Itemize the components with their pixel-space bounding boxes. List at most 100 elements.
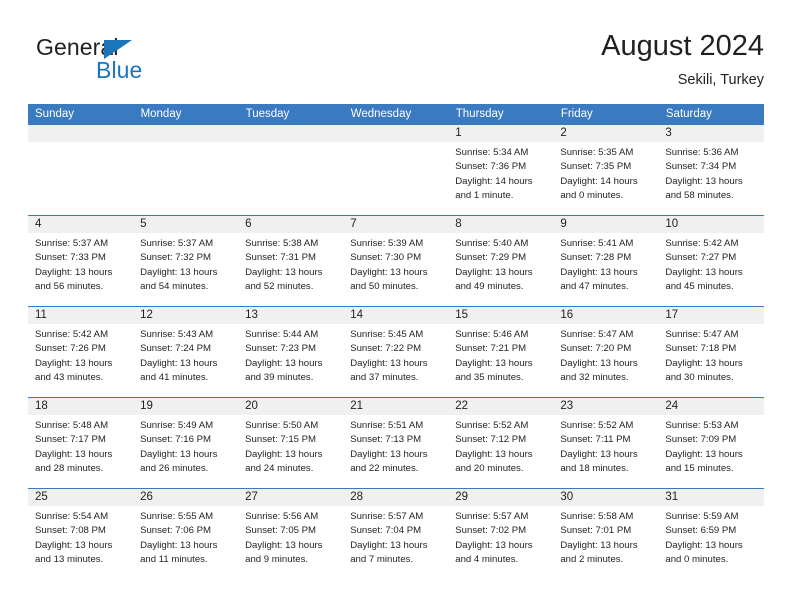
calendar-day-cell[interactable]: 21 Sunrise: 5:51 AM Sunset: 7:13 PM Dayligh…: [343, 397, 449, 489]
day-details: Sunrise: 5:38 AM Sunset: 7:31 PM Daylight:…: [238, 233, 343, 295]
sunrise-text: Sunrise: 5:59 AM: [665, 511, 739, 522]
daylight-text: Daylight: 13 hours: [35, 539, 113, 551]
day-number: [133, 125, 239, 142]
day-number: 30: [553, 489, 659, 506]
sunset-text: Sunset: 7:02 PM: [455, 525, 527, 537]
day-number: 15: [448, 307, 554, 324]
calendar-day-cell[interactable]: 14 Sunrise: 5:45 AM Sunset: 7:22 PM Dayligh…: [343, 306, 449, 398]
daylight-text: Daylight: 14 hours: [560, 175, 638, 187]
sunset-text: Sunset: 7:33 PM: [35, 252, 106, 264]
calendar-day-cell[interactable]: 22 Sunrise: 5:52 AM Sunset: 7:12 PM Dayligh…: [448, 397, 554, 489]
daylight-text-cont: and 45 minutes.: [665, 281, 734, 293]
day-number: 19: [133, 398, 239, 415]
calendar-day-cell[interactable]: 24 Sunrise: 5:53 AM Sunset: 7:09 PM Dayligh…: [658, 397, 764, 489]
calendar-week-row: 11 Sunrise: 5:42 AM Sunset: 7:26 PM Dayligh…: [28, 306, 764, 398]
calendar-day-cell[interactable]: 4 Sunrise: 5:37 AM Sunset: 7:33 PM Daylight…: [28, 215, 134, 307]
daylight-text: Daylight: 13 hours: [455, 266, 533, 278]
sunset-text: Sunset: 7:27 PM: [665, 252, 737, 264]
daylight-text: Daylight: 13 hours: [350, 266, 428, 278]
calendar-week-row: 4 Sunrise: 5:37 AM Sunset: 7:33 PM Daylight…: [28, 215, 764, 307]
day-details: Sunrise: 5:35 AM Sunset: 7:35 PM Daylight:…: [553, 142, 658, 204]
calendar-day-cell[interactable]: 31 Sunrise: 5:59 AM Sunset: 6:59 PM Dayligh…: [658, 488, 764, 579]
daylight-text: Daylight: 13 hours: [350, 539, 428, 551]
day-number: 14: [343, 307, 449, 324]
calendar-week-row: 1 Sunrise: 5:34 AM Sunset: 7:36 PM Daylight…: [28, 124, 764, 216]
sunrise-text: Sunrise: 5:54 AM: [35, 511, 109, 522]
day-details: Sunrise: 5:55 AM Sunset: 7:06 PM Daylight:…: [133, 506, 238, 568]
day-number: [28, 125, 134, 142]
sunrise-text: Sunrise: 5:47 AM: [665, 329, 739, 340]
daylight-text: Daylight: 13 hours: [350, 448, 428, 460]
sunrise-text: Sunrise: 5:53 AM: [665, 420, 739, 431]
day-number: 26: [133, 489, 239, 506]
day-number: 8: [448, 216, 554, 233]
calendar-day-cell[interactable]: 8 Sunrise: 5:40 AM Sunset: 7:29 PM Daylight…: [448, 215, 554, 307]
calendar-day-cell[interactable]: 28 Sunrise: 5:57 AM Sunset: 7:04 PM Dayligh…: [343, 488, 449, 579]
general-blue-logo[interactable]: General Blue: [36, 34, 236, 92]
calendar-day-cell[interactable]: 27 Sunrise: 5:56 AM Sunset: 7:05 PM Dayligh…: [238, 488, 344, 579]
calendar-day-cell[interactable]: 3 Sunrise: 5:36 AM Sunset: 7:34 PM Daylight…: [658, 124, 764, 216]
calendar-day-cell[interactable]: 23 Sunrise: 5:52 AM Sunset: 7:11 PM Dayligh…: [553, 397, 659, 489]
daylight-text-cont: and 52 minutes.: [245, 281, 314, 293]
day-number: 29: [448, 489, 554, 506]
calendar-day-cell[interactable]: 1 Sunrise: 5:34 AM Sunset: 7:36 PM Daylight…: [448, 124, 554, 216]
day-number: 23: [553, 398, 659, 415]
calendar-day-cell[interactable]: 2 Sunrise: 5:35 AM Sunset: 7:35 PM Daylight…: [553, 124, 659, 216]
day-details: Sunrise: 5:36 AM Sunset: 7:34 PM Daylight:…: [658, 142, 763, 204]
calendar-day-cell[interactable]: 10 Sunrise: 5:42 AM Sunset: 7:27 PM Dayligh…: [658, 215, 764, 307]
calendar-day-cell[interactable]: 12 Sunrise: 5:43 AM Sunset: 7:24 PM Dayligh…: [133, 306, 239, 398]
sunset-text: Sunset: 7:15 PM: [245, 434, 317, 446]
calendar-day-cell[interactable]: 5 Sunrise: 5:37 AM Sunset: 7:32 PM Daylight…: [133, 215, 239, 307]
calendar-day-cell[interactable]: 29 Sunrise: 5:57 AM Sunset: 7:02 PM Dayligh…: [448, 488, 554, 579]
calendar-day-cell[interactable]: 26 Sunrise: 5:55 AM Sunset: 7:06 PM Dayligh…: [133, 488, 239, 579]
calendar-day-cell[interactable]: 19 Sunrise: 5:49 AM Sunset: 7:16 PM Dayligh…: [133, 397, 239, 489]
calendar-day-cell[interactable]: 11 Sunrise: 5:42 AM Sunset: 7:26 PM Dayligh…: [28, 306, 134, 398]
daylight-text: Daylight: 13 hours: [665, 357, 743, 369]
calendar-day-cell[interactable]: 25 Sunrise: 5:54 AM Sunset: 7:08 PM Dayligh…: [28, 488, 134, 579]
daylight-text-cont: and 30 minutes.: [665, 372, 734, 384]
title-block: August 2024 Sekili, Turkey: [601, 28, 764, 90]
sunrise-text: Sunrise: 5:40 AM: [455, 238, 529, 249]
sunrise-text: Sunrise: 5:56 AM: [245, 511, 319, 522]
day-details: Sunrise: 5:47 AM Sunset: 7:20 PM Daylight:…: [553, 324, 658, 386]
calendar-day-cell[interactable]: 7 Sunrise: 5:39 AM Sunset: 7:30 PM Daylight…: [343, 215, 449, 307]
sunset-text: Sunset: 7:22 PM: [350, 343, 422, 355]
calendar-day-cell[interactable]: 18 Sunrise: 5:48 AM Sunset: 7:17 PM Dayligh…: [28, 397, 134, 489]
sunrise-text: Sunrise: 5:58 AM: [560, 511, 634, 522]
sunset-text: Sunset: 7:21 PM: [455, 343, 527, 355]
sunrise-text: Sunrise: 5:51 AM: [350, 420, 424, 431]
daylight-text-cont: and 56 minutes.: [35, 281, 104, 293]
daylight-text: Daylight: 13 hours: [140, 357, 218, 369]
sunrise-text: Sunrise: 5:55 AM: [140, 511, 214, 522]
sunrise-text: Sunrise: 5:45 AM: [350, 329, 424, 340]
daylight-text-cont: and 2 minutes.: [560, 554, 624, 566]
sunset-text: Sunset: 7:12 PM: [455, 434, 527, 446]
calendar-day-cell[interactable]: 16 Sunrise: 5:47 AM Sunset: 7:20 PM Dayligh…: [553, 306, 659, 398]
daylight-text: Daylight: 13 hours: [245, 448, 323, 460]
calendar-day-cell[interactable]: 20 Sunrise: 5:50 AM Sunset: 7:15 PM Dayligh…: [238, 397, 344, 489]
day-number: 4: [28, 216, 134, 233]
weekday-header-saturday: Saturday: [658, 104, 765, 125]
page-header: General Blue August 2024 Sekili, Turkey: [28, 28, 764, 98]
sunset-text: Sunset: 7:31 PM: [245, 252, 317, 264]
calendar-day-cell[interactable]: 9 Sunrise: 5:41 AM Sunset: 7:28 PM Daylight…: [553, 215, 659, 307]
daylight-text-cont: and 22 minutes.: [350, 463, 419, 475]
daylight-text-cont: and 39 minutes.: [245, 372, 314, 384]
calendar-day-cell[interactable]: 30 Sunrise: 5:58 AM Sunset: 7:01 PM Dayligh…: [553, 488, 659, 579]
calendar-day-cell[interactable]: 15 Sunrise: 5:46 AM Sunset: 7:21 PM Dayligh…: [448, 306, 554, 398]
daylight-text: Daylight: 13 hours: [35, 266, 113, 278]
sunset-text: Sunset: 7:16 PM: [140, 434, 211, 446]
calendar-day-cell[interactable]: 17 Sunrise: 5:47 AM Sunset: 7:18 PM Dayligh…: [658, 306, 764, 398]
sunrise-text: Sunrise: 5:52 AM: [560, 420, 634, 431]
calendar-day-cell[interactable]: 13 Sunrise: 5:44 AM Sunset: 7:23 PM Dayligh…: [238, 306, 344, 398]
day-details: Sunrise: 5:51 AM Sunset: 7:13 PM Daylight:…: [343, 415, 448, 477]
calendar-day-cell-empty: [133, 124, 239, 216]
sunset-text: Sunset: 7:36 PM: [455, 161, 527, 173]
day-number: 22: [448, 398, 554, 415]
sunset-text: Sunset: 7:32 PM: [140, 252, 211, 264]
sunset-text: Sunset: 7:09 PM: [665, 434, 737, 446]
day-number: 10: [658, 216, 764, 233]
calendar-day-cell[interactable]: 6 Sunrise: 5:38 AM Sunset: 7:31 PM Daylight…: [238, 215, 344, 307]
weekday-header-monday: Monday: [133, 104, 239, 125]
page-title: August 2024: [601, 30, 764, 62]
